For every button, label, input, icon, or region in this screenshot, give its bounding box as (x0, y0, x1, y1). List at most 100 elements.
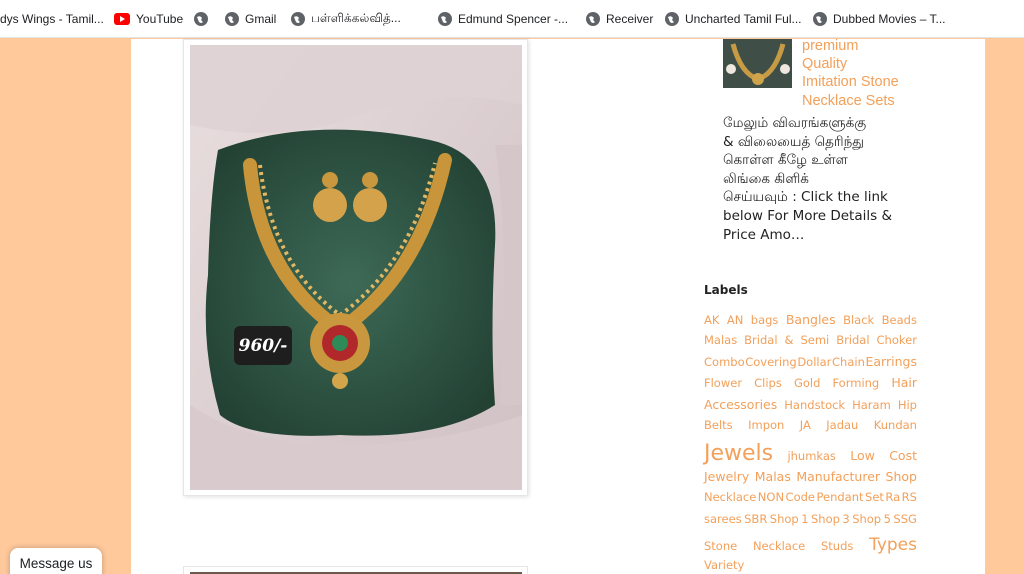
label-link[interactable]: Necklace (704, 490, 756, 504)
label-link[interactable]: Choker (877, 333, 917, 347)
label-link[interactable]: jhumkas (787, 449, 835, 463)
message-us-button[interactable]: Message us (10, 548, 102, 574)
label-link[interactable]: Black (843, 313, 874, 327)
bookmark-gmail[interactable]: Gmail (225, 10, 276, 28)
label-link[interactable]: Jadau (826, 418, 858, 432)
label-link[interactable]: Chain (832, 355, 865, 369)
label-link[interactable]: Belts (704, 418, 733, 432)
bookmark-label: Edmund Spencer -... (458, 12, 569, 26)
label-link[interactable]: Manufacturer (796, 469, 880, 484)
label-link[interactable]: SSG (893, 512, 917, 526)
label-link[interactable]: Jewelry (704, 469, 749, 484)
label-cloud-line: AK AN bags Bangles Black Beads (704, 312, 917, 333)
bookmark-item[interactable] (194, 10, 208, 28)
label-link[interactable]: Handstock (784, 398, 845, 412)
label-link[interactable]: AK (704, 313, 719, 327)
label-link[interactable]: Stone (704, 539, 737, 553)
label-link[interactable]: Studs (821, 539, 853, 553)
globe-icon (665, 12, 679, 26)
label-link[interactable]: Types (869, 535, 917, 555)
label-link[interactable]: Forming (832, 376, 879, 390)
label-link[interactable]: Beads (882, 313, 917, 327)
label-link[interactable]: Earrings (866, 354, 917, 369)
label-link[interactable]: 1 (801, 512, 808, 526)
label-link[interactable]: Hair (891, 375, 917, 390)
label-link[interactable]: Set (865, 490, 884, 504)
label-link[interactable]: Shop (811, 512, 840, 526)
label-link[interactable]: Necklace (753, 539, 805, 553)
label-link[interactable]: Gold (794, 376, 820, 390)
label-link[interactable]: Ra (885, 490, 900, 504)
label-link[interactable]: Malas (704, 333, 737, 347)
label-link[interactable]: & (785, 333, 794, 347)
label-link[interactable]: Hip (898, 398, 917, 412)
label-link[interactable]: NON (758, 490, 784, 504)
label-cloud-line: Belts Impon JA Jadau Kundan (704, 418, 917, 441)
label-link[interactable]: Haram (852, 398, 891, 412)
post-title-link[interactable]: premium Quality Imitation Stone Necklace… (802, 37, 942, 110)
label-link[interactable]: Pendant (816, 490, 863, 504)
label-link[interactable]: Malas (755, 469, 791, 484)
globe-icon (813, 12, 827, 26)
bookmark-item[interactable]: பள்ளிக்கல்வித்... (291, 10, 401, 28)
label-link[interactable]: Bridal (836, 333, 869, 347)
label-link[interactable]: 3 (842, 512, 849, 526)
label-link[interactable]: SBR (744, 512, 767, 526)
description-line: கொள்ள கீழே உள்ள (723, 152, 848, 169)
label-link[interactable]: Shop (886, 469, 917, 484)
post-thumbnail[interactable] (723, 39, 792, 88)
product-photo[interactable] (190, 45, 522, 490)
label-link[interactable]: Combo (704, 355, 745, 369)
label-link[interactable]: Kundan (874, 418, 917, 432)
label-link[interactable]: Low (850, 448, 875, 463)
globe-icon (225, 12, 239, 26)
post-title-line: Necklace Sets (802, 92, 895, 109)
label-cloud-line: Combo Covering Dollar Chain Earrings (704, 354, 917, 375)
bookmark-label: Receiver (606, 12, 654, 26)
bookmark-item[interactable]: Dubbed Movies – T... (813, 10, 946, 28)
necklace-image (190, 45, 522, 490)
post-title-line: premium (802, 38, 859, 54)
label-link[interactable]: Variety (704, 558, 744, 572)
label-link[interactable]: sarees (704, 512, 742, 526)
label-link[interactable]: RS (902, 490, 917, 504)
label-link[interactable]: Bangles (786, 312, 836, 327)
bookmark-label: YouTube (136, 12, 184, 26)
bookmark-label: பள்ளிக்கல்வித்... (311, 11, 401, 25)
label-cloud-line: Malas Bridal & Semi Bridal Choker (704, 333, 917, 354)
label-link[interactable]: Clips (754, 376, 782, 390)
description-line: லிங்கை கிளிக் (723, 170, 809, 187)
label-link[interactable]: Dollar (797, 355, 831, 369)
label-link[interactable]: Shop (770, 512, 799, 526)
description-line: & விலையைத் தெரிந்து (723, 133, 864, 150)
label-link[interactable]: bags (751, 313, 779, 327)
label-link[interactable]: Shop (852, 512, 881, 526)
label-link[interactable]: Cost (889, 448, 917, 463)
post-description: மேலும் விவரங்களுக்கு & விலையைத் தெரிந்து… (723, 114, 933, 244)
label-link[interactable]: Covering (745, 355, 796, 369)
label-link[interactable]: Code (786, 490, 815, 504)
label-cloud-line: Variety (704, 558, 917, 574)
label-link[interactable]: AN (727, 313, 743, 327)
label-cloud-line: Necklace NON Code Pendant Set Ra RS (704, 490, 917, 512)
globe-icon (438, 12, 452, 26)
label-link[interactable]: Bridal (744, 333, 777, 347)
label-link[interactable]: JA (800, 418, 811, 432)
description-line: below For More Details & (723, 207, 892, 224)
bookmark-item[interactable]: Uncharted Tamil Ful... (665, 10, 802, 28)
label-cloud: AK AN bags Bangles Black Beads Malas Bridal & Sem… (704, 312, 917, 574)
label-link[interactable]: Jewels (704, 441, 773, 466)
bookmark-item[interactable]: Edmund Spencer -... (438, 10, 568, 28)
description-line: செய்யவும் : Click the link (723, 189, 888, 206)
label-link[interactable]: Impon (748, 418, 784, 432)
label-link[interactable]: Semi (800, 333, 829, 347)
post-title-line: Imitation Stone (802, 74, 899, 91)
label-link[interactable]: Accessories (704, 397, 777, 412)
post-title-line: Quality (802, 56, 848, 73)
bookmark-item[interactable]: dys Wings - Tamil... (0, 10, 104, 28)
bookmark-item[interactable]: Receiver (586, 10, 653, 28)
bookmark-youtube[interactable]: YouTube (114, 10, 183, 28)
youtube-icon (114, 13, 130, 25)
label-link[interactable]: 5 (884, 512, 891, 526)
label-link[interactable]: Flower (704, 376, 742, 390)
